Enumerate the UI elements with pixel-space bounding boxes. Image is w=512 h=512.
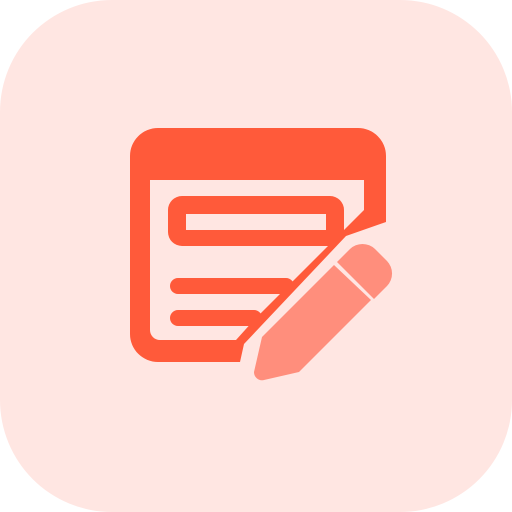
form-input-box [168,196,344,246]
edit-form-icon [130,128,393,381]
app-icon-tile [0,0,512,512]
text-line-1 [170,278,294,294]
form-window-icon [130,128,386,362]
text-line-2 [170,310,262,326]
